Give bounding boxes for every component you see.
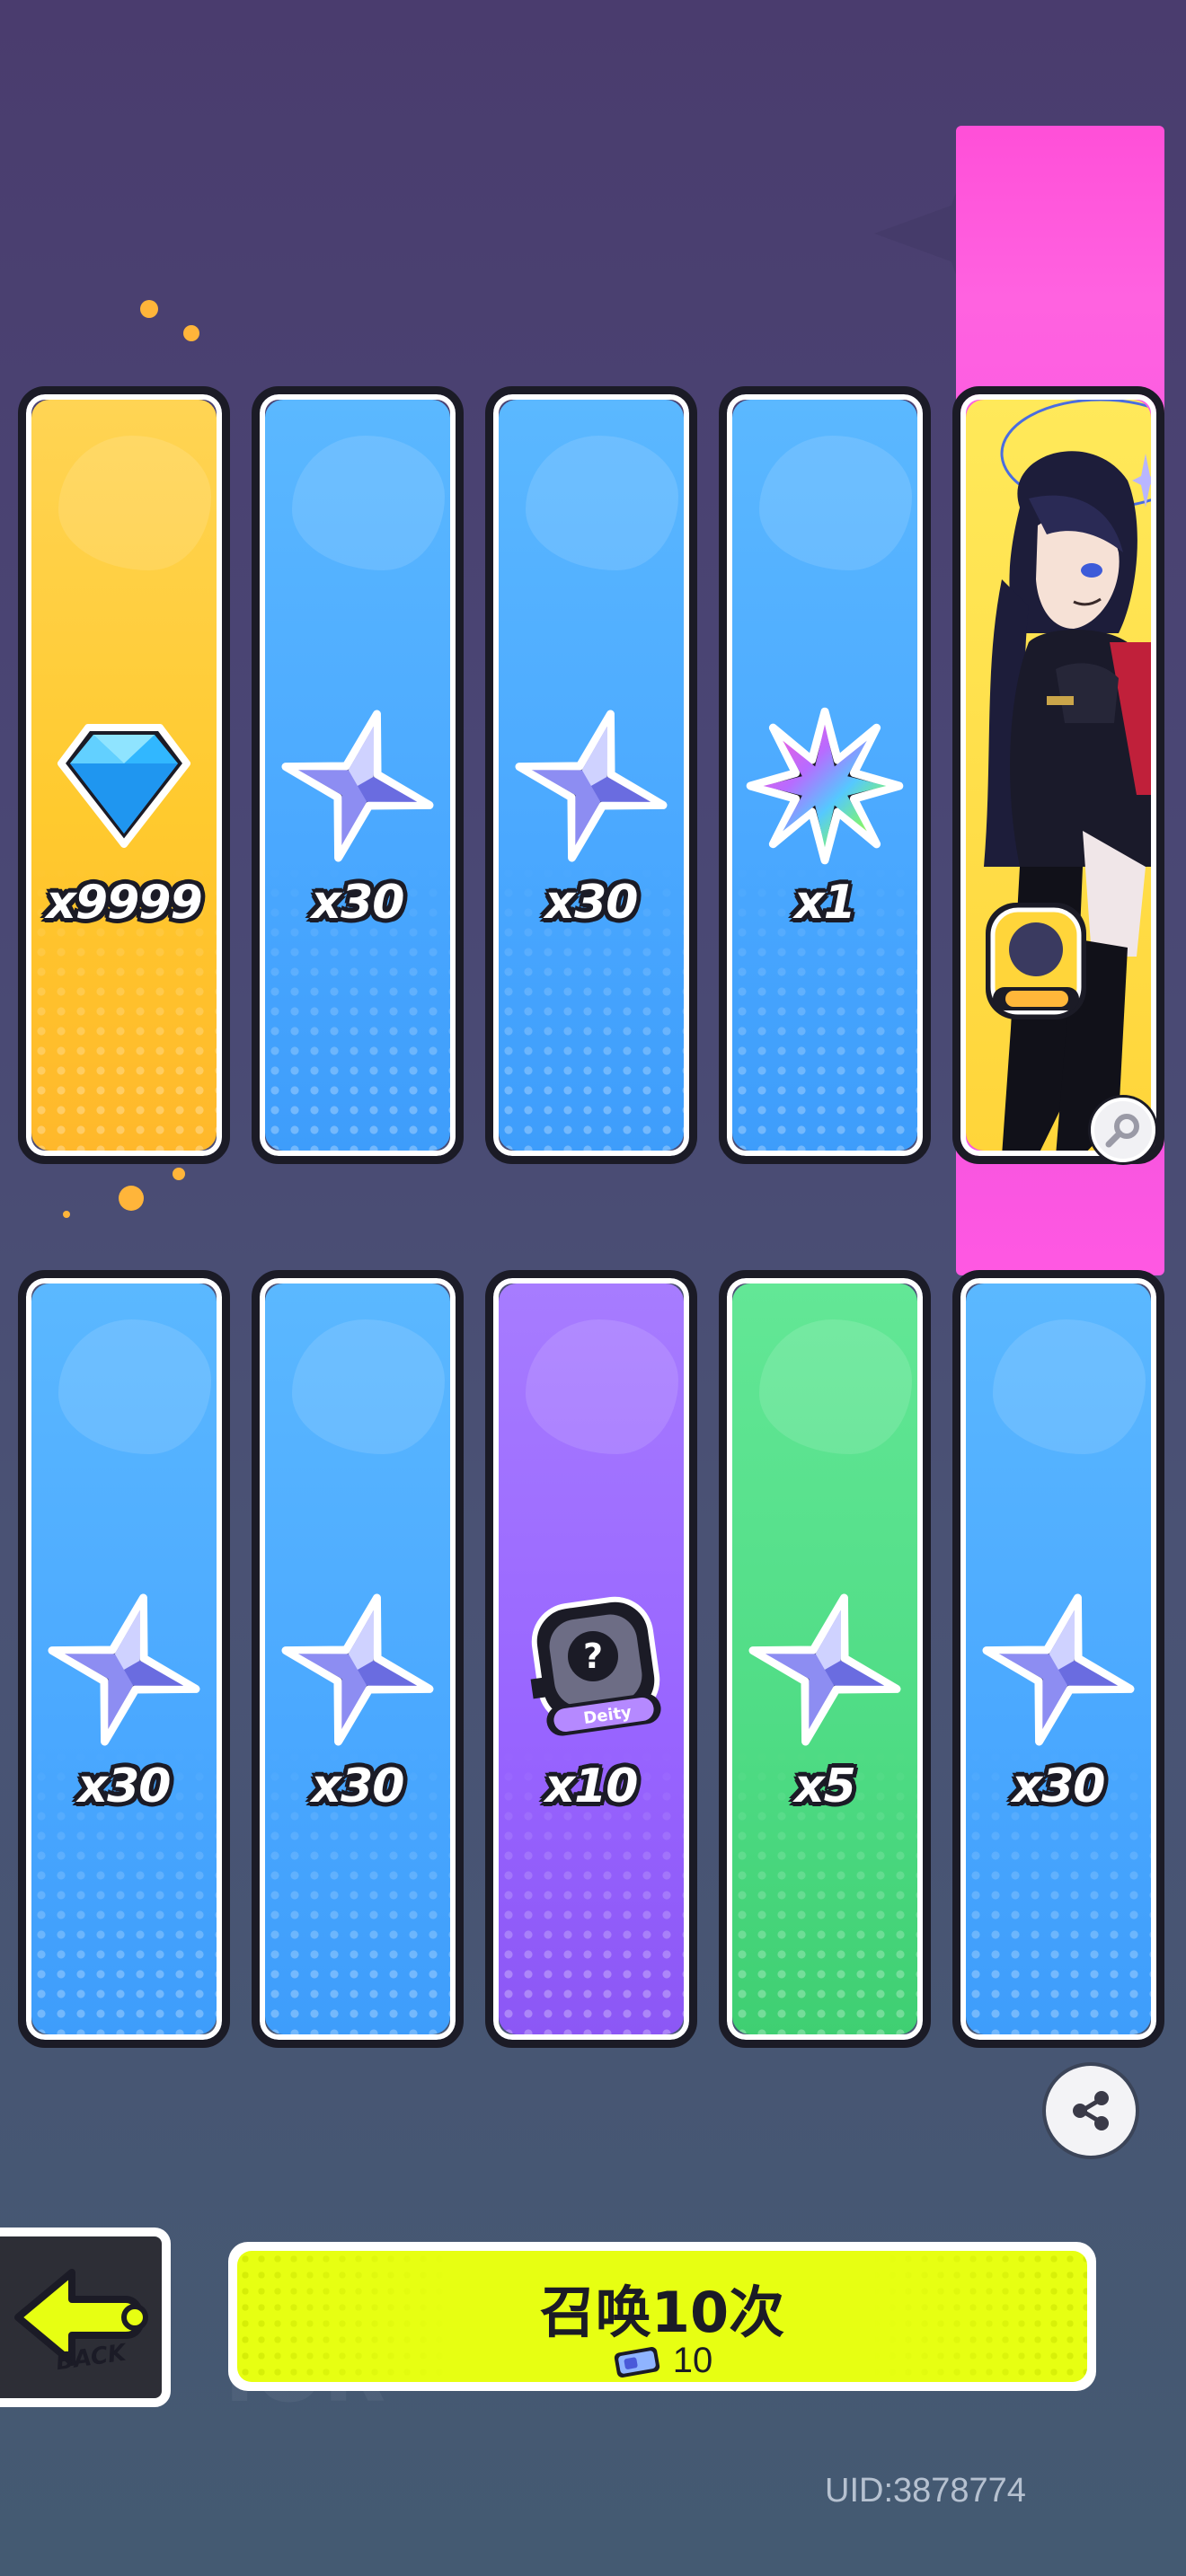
reward-card-7[interactable]: x30	[252, 1270, 464, 2048]
back-button[interactable]: BACK	[0, 2228, 171, 2407]
blue-star-shard-icon	[48, 1593, 200, 1746]
sparkle-orb	[63, 1211, 70, 1218]
sparkle-orb	[183, 325, 199, 341]
share-icon	[1073, 2091, 1109, 2130]
sparkle-orb	[140, 300, 158, 318]
item-quantity: x5	[794, 1760, 856, 1813]
sparkle-orb	[173, 1168, 185, 1180]
deity-mystery-puzzle-icon: ? Deity	[530, 1596, 661, 1736]
reward-card-3[interactable]: x30	[485, 386, 697, 1164]
summon-cost: 10	[237, 2341, 1087, 2381]
item-quantity: x30	[77, 1760, 172, 1813]
user-id-label: UID:3878774	[825, 2472, 1026, 2510]
item-quantity: x30	[311, 1760, 405, 1813]
reward-card-10[interactable]: x30	[952, 1270, 1164, 2048]
magnifier-icon	[1105, 1114, 1139, 1148]
deity-character-portrait	[984, 400, 1151, 1151]
item-quantity: x10	[544, 1760, 639, 1813]
sparkle-orb	[119, 1186, 144, 1211]
summon-label: 召唤10次	[539, 2280, 785, 2345]
item-quantity: x30	[544, 876, 639, 930]
blue-star-shard-icon	[982, 1593, 1135, 1746]
blue-star-shard-icon	[281, 1593, 434, 1746]
summon-ticket-icon	[614, 2346, 659, 2378]
diamond-gem-icon	[58, 724, 190, 848]
reward-card-1[interactable]: x9999	[18, 386, 230, 1164]
reward-card-2[interactable]: x30	[252, 386, 464, 1164]
summon-cost-value: 10	[672, 2341, 713, 2380]
summon-10x-button[interactable]: 召唤10次 10	[228, 2242, 1096, 2391]
item-quantity: x30	[311, 876, 405, 930]
reward-card-5-character[interactable]: x1	[952, 386, 1164, 1164]
blue-star-shard-icon	[281, 710, 434, 862]
zoom-button[interactable]	[1091, 1098, 1155, 1162]
reward-card-8[interactable]: ? Deity x10	[485, 1270, 697, 2048]
item-quantity: x9999	[46, 876, 202, 930]
reward-card-6[interactable]: x30	[18, 1270, 230, 2048]
reward-card-9[interactable]: x5	[719, 1270, 931, 2048]
blue-star-shard-icon	[515, 710, 668, 862]
rainbow-star-shard-icon	[746, 707, 904, 865]
reward-card-4[interactable]: x1	[719, 386, 931, 1164]
deity-badge-icon	[986, 903, 1086, 1019]
share-button[interactable]	[1046, 2066, 1136, 2156]
item-quantity: x1	[794, 876, 856, 930]
blue-star-shard-icon	[748, 1593, 901, 1746]
item-quantity: x30	[1012, 1760, 1106, 1813]
arrow-left-icon	[14, 2269, 148, 2366]
svg-text:?: ?	[583, 1636, 603, 1676]
